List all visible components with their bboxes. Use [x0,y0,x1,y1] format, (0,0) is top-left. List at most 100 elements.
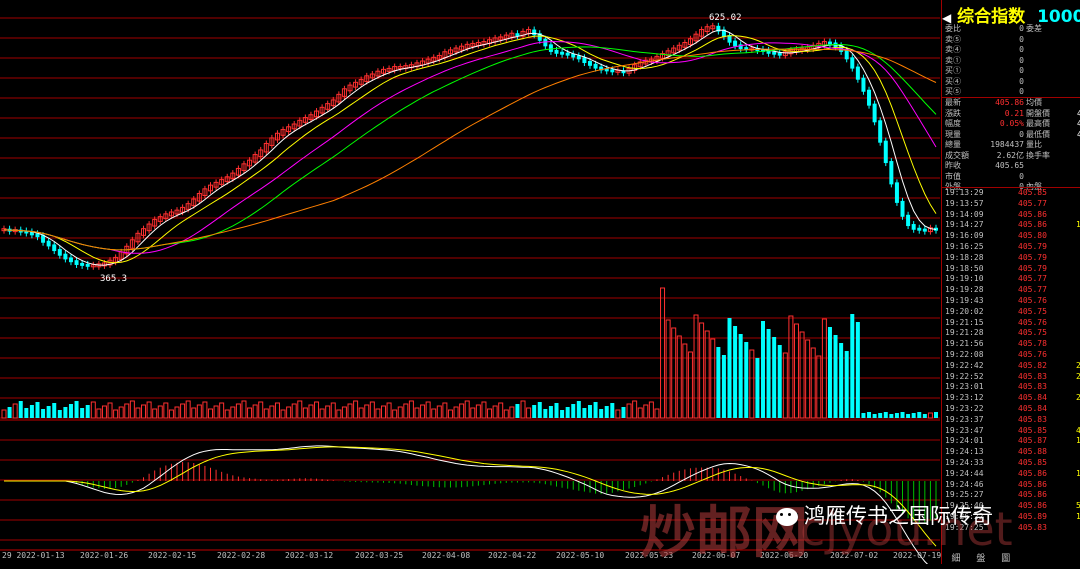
tick-volume: 4 [1076,426,1080,436]
volume-bar-up [274,402,280,419]
tick-price: 405.80 [1018,231,1047,241]
quote-label: 幅度 [945,119,961,128]
quote-value: 0 [1019,76,1024,86]
tick-row: 19:21:56 405.78 [942,339,1080,349]
tick-price: 405.87 [1018,436,1047,446]
tick-time: 19:16:09 [945,231,984,241]
candle-down [52,244,57,252]
volume-bar-up [665,319,671,419]
tick-time: 19:24:01 [945,436,984,446]
tick-price: 405.79 [1018,252,1047,262]
tick-time: 19:23:12 [945,393,984,403]
tick-time: 19:23:47 [945,425,984,435]
volume-bar-down [621,407,626,418]
quote-label-2: 量比 [1026,140,1042,149]
candle-down [911,224,916,230]
volume-bar-down [872,414,877,418]
tick-row: 19:23:12 405.84 2 [942,393,1080,403]
candle-down [46,240,51,247]
tick-time: 19:23:22 [945,404,984,413]
volume-bar-up [749,349,755,419]
volume-bar-up [380,405,386,419]
volume-bar-up [447,409,453,419]
volume-bar-down [18,401,23,418]
volume-bar-down [68,404,73,418]
tick-time: 19:16:25 [945,242,984,251]
volume-bar-down [7,407,12,418]
volume-bar-up [341,406,347,419]
volume-bar-up [816,355,822,419]
volume-bar-up [213,405,219,419]
candle-down [610,69,615,73]
volume-bar-down [911,413,916,418]
candle-down [554,49,559,54]
quote-label: 現量 [945,129,961,139]
volume-bar-down [548,406,553,418]
tick-price: 405.78 [1018,339,1047,349]
candle-down [855,66,860,80]
tick-row: 19:14:27 405.86 1 [942,220,1080,230]
volume-bar-up [280,409,286,419]
volume-bar-up [129,400,135,419]
volume-bar-down [74,401,79,418]
tick-price: 405.86 [1018,209,1047,219]
candle-down [872,103,877,123]
candle-down [878,120,883,143]
volume-bar-up [492,405,498,419]
tick-row: 19:18:50 405.79 [942,264,1080,274]
volume-bar-up [403,403,409,419]
tick-row: 19:18:28 405.79 [942,253,1080,263]
quote-value: 0 [1019,171,1024,181]
volume-bar-down [827,327,832,418]
volume-bar-up [252,404,258,419]
tick-row: 19:24:13 405.88 [942,447,1080,457]
tick-time: 19:20:02 [945,306,984,316]
tick-time: 19:19:28 [945,285,984,295]
candle-down [532,29,537,36]
volume-bar-up [302,407,308,419]
tick-row: 19:13:57 405.77 [942,199,1080,209]
volume-bar-up [436,405,442,419]
candle-down [867,89,872,106]
quote-label-2: 委差 [1026,24,1042,33]
tick-price: 405.83 [1018,371,1047,381]
candle-down [560,51,565,55]
volume-bar-down [760,321,765,418]
candle-down [593,63,598,69]
tick-volume: 1 [1076,220,1080,230]
volume-bar-down [599,409,604,418]
volume-bar-up [269,405,275,419]
wechat-icon [776,508,798,526]
volume-bar-up [12,403,18,419]
volume-bar-down [922,414,927,418]
volume-bar-up [180,403,186,419]
candle-down [777,52,782,56]
volume-bar-up [648,401,654,419]
ma-line [3,41,937,254]
tick-row: 19:16:09 405.80 [942,231,1080,241]
volume-bar-up [185,400,191,419]
tick-row: 19:22:42 405.82 2 [942,361,1080,371]
volume-bar-down [576,401,581,418]
tick-time: 19:21:15 [945,317,984,327]
tick-price: 405.76 [1018,317,1047,327]
candle-down [900,200,905,217]
candle-down [543,38,548,47]
tick-volume: 12 [1076,512,1080,522]
volume-bar-up [364,404,370,419]
volume-bar-up [782,352,788,419]
volume-bar-down [716,347,721,418]
quote-label: 买④ [945,76,961,86]
collapse-arrow-icon[interactable]: ◀ [942,11,951,25]
volume-bar-up [157,405,163,419]
candle-down [850,57,855,69]
tick-price: 405.76 [1018,350,1047,359]
price-chart[interactable]: 625.02 365.3 [0,0,940,564]
quote-panel: ◀ 综合指数 10000 委比0委差卖⑤0卖④0卖①0买①0买④0买⑤0最新40… [941,0,1080,564]
volume-bar-down [900,412,905,418]
candle-down [63,253,68,260]
volume-bar-down [24,408,29,418]
quote-row: 卖① 0 [942,56,1080,66]
candle-down [565,52,570,56]
volume-bar-up [509,406,515,419]
